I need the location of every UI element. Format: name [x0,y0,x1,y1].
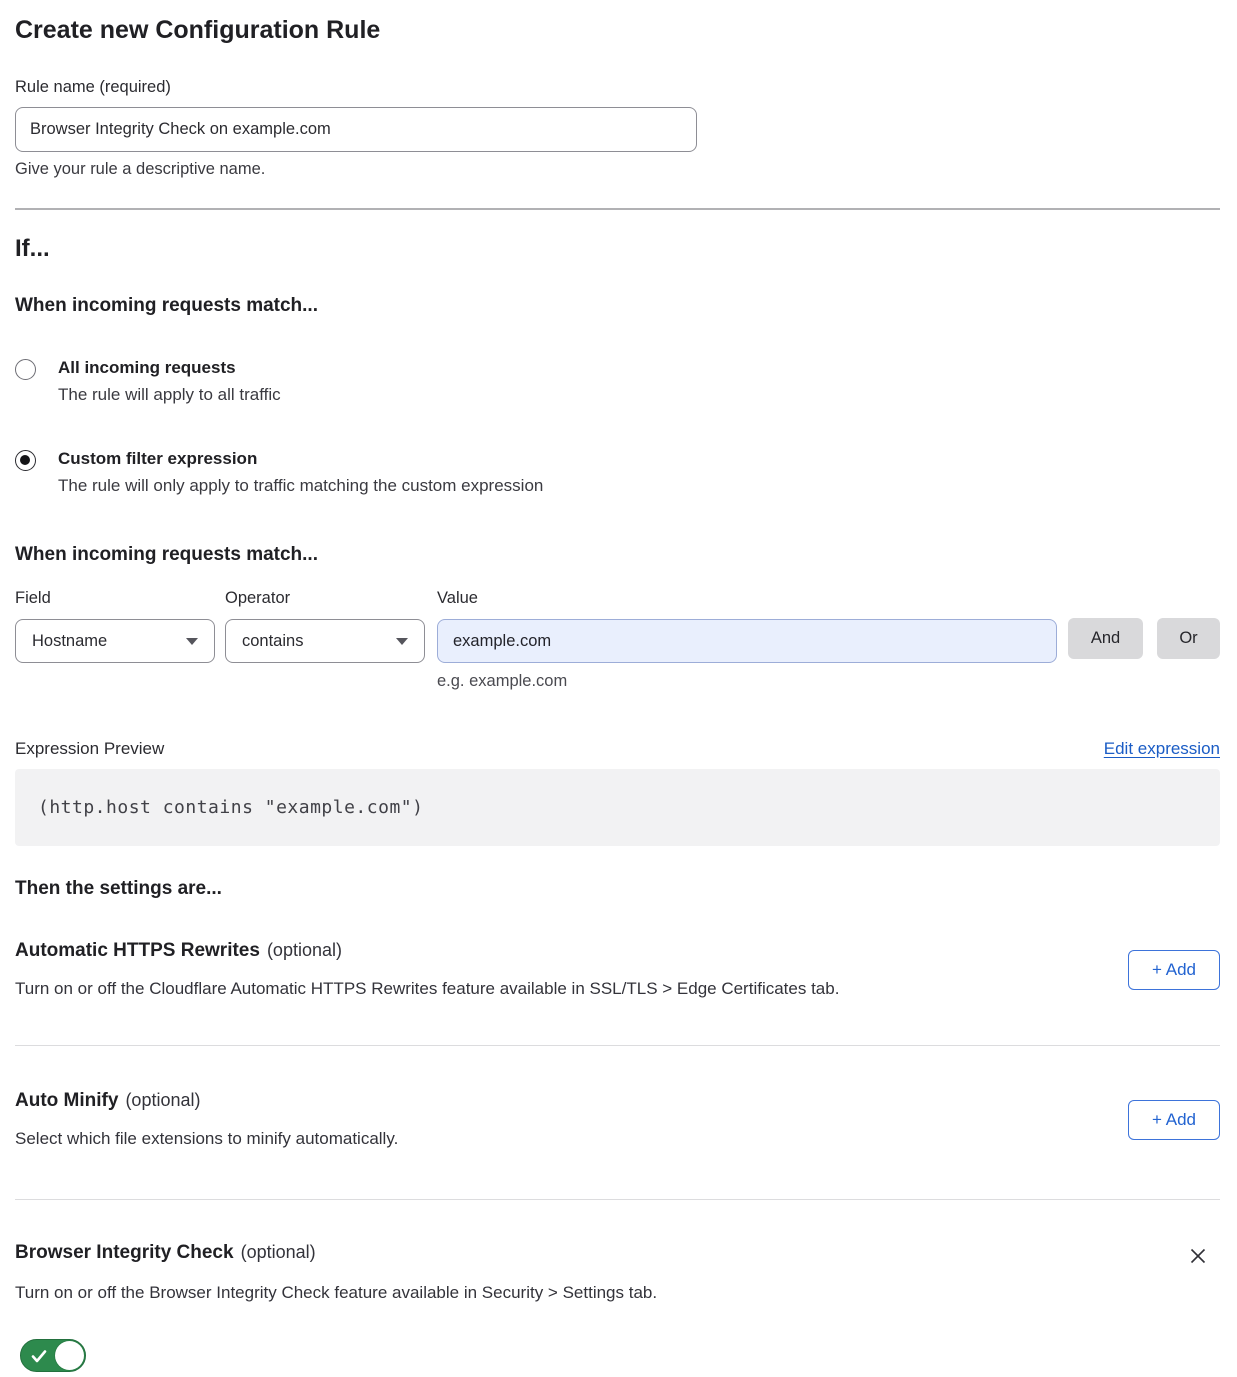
radio-custom-filter-expression[interactable]: Custom filter expression The rule will o… [15,449,1220,496]
chevron-down-icon [186,638,198,645]
page-title: Create new Configuration Rule [15,16,1220,45]
edit-expression-link[interactable]: Edit expression [1104,739,1220,759]
settings-heading: Then the settings are... [15,878,1220,900]
setting-title: Auto Minify [15,1090,118,1112]
builder-heading: When incoming requests match... [15,544,1220,566]
field-label: Field [15,589,215,608]
setting-automatic-https-rewrites: Automatic HTTPS Rewrites (optional) Turn… [15,900,1220,1045]
section-divider [15,208,1220,210]
if-heading: If... [15,235,1220,263]
remove-setting-button[interactable] [1188,1246,1208,1266]
operator-label: Operator [225,589,425,608]
radio-unchecked-icon[interactable] [15,359,36,380]
close-icon [1188,1246,1208,1266]
and-button[interactable]: And [1068,618,1143,659]
expression-builder-row: Field Hostname Operator contains Value e… [15,589,1220,691]
radio-label: All incoming requests [58,358,281,378]
radio-all-incoming-requests[interactable]: All incoming requests The rule will appl… [15,358,1220,405]
setting-description: Turn on or off the Browser Integrity Che… [15,1283,1220,1303]
toggle-knob[interactable] [55,1341,84,1370]
radio-description: The rule will only apply to traffic matc… [58,476,543,496]
rule-name-input[interactable] [15,107,697,152]
operator-select[interactable]: contains [225,619,425,663]
expression-preview-code: (http.host contains "example.com") [15,769,1220,846]
value-label: Value [437,589,1057,608]
field-select[interactable]: Hostname [15,619,215,663]
value-input[interactable] [437,619,1057,663]
setting-auto-minify: Auto Minify (optional) Select which file… [15,1046,1220,1199]
setting-title: Browser Integrity Check [15,1242,234,1264]
setting-optional-tag: (optional) [267,940,342,961]
add-automatic-https-rewrites-button[interactable]: + Add [1128,950,1220,990]
setting-optional-tag: (optional) [241,1242,316,1263]
radio-checked-icon[interactable] [15,450,36,471]
radio-description: The rule will apply to all traffic [58,385,281,405]
setting-description: Select which file extensions to minify a… [15,1129,398,1149]
operator-select-value: contains [242,632,303,651]
rule-name-help: Give your rule a descriptive name. [15,160,1220,179]
check-icon [30,1346,48,1366]
browser-integrity-check-toggle[interactable] [20,1339,86,1372]
expression-preview-label: Expression Preview [15,739,164,759]
value-help: e.g. example.com [437,672,1057,691]
setting-title: Automatic HTTPS Rewrites [15,940,260,962]
setting-optional-tag: (optional) [125,1090,200,1111]
match-heading: When incoming requests match... [15,295,1220,317]
setting-browser-integrity-check: Browser Integrity Check (optional) Turn … [15,1200,1220,1377]
field-select-value: Hostname [32,632,107,651]
or-button[interactable]: Or [1157,618,1220,659]
rule-name-label: Rule name (required) [15,78,1220,97]
chevron-down-icon [396,638,408,645]
create-configuration-rule-form: Create new Configuration Rule Rule name … [0,0,1237,1377]
add-auto-minify-button[interactable]: + Add [1128,1100,1220,1140]
radio-label: Custom filter expression [58,449,543,469]
setting-description: Turn on or off the Cloudflare Automatic … [15,979,839,999]
